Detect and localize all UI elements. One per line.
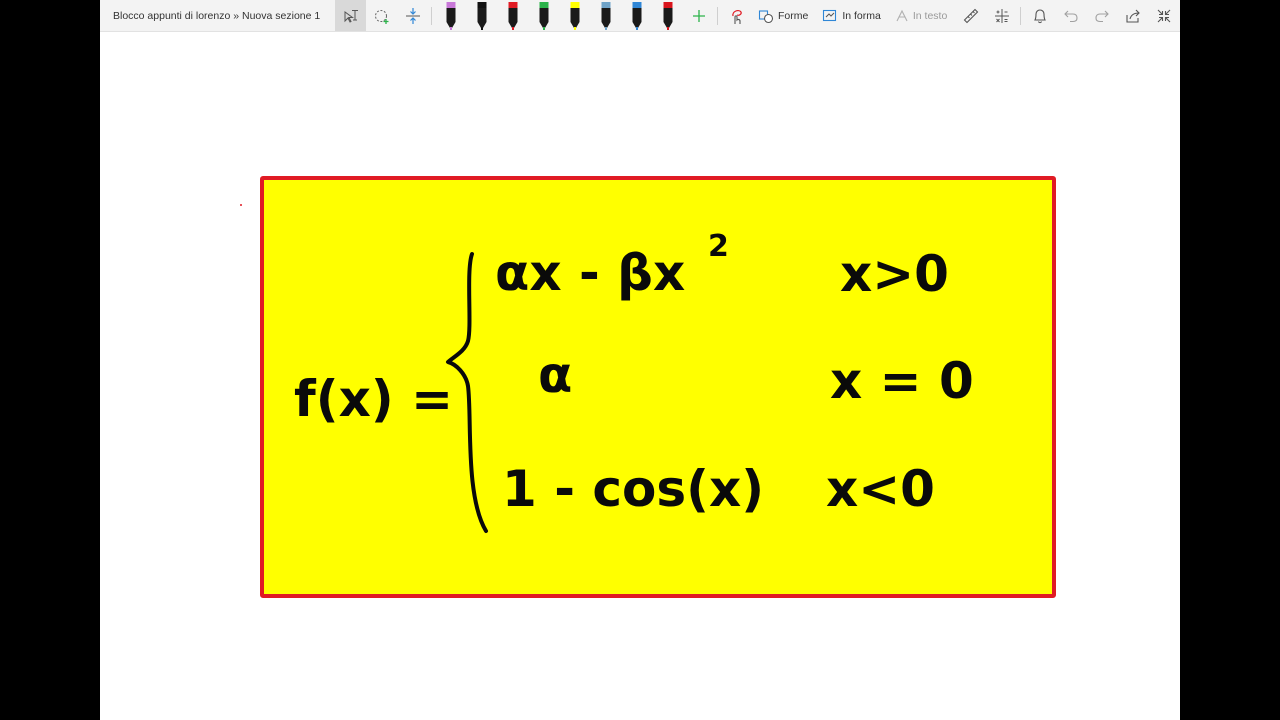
lasso-icon: [374, 9, 388, 24]
touch-drawing-button[interactable]: [721, 0, 752, 31]
collapse-icon: [1157, 9, 1171, 22]
plus-icon: [692, 9, 705, 22]
lasso-select-text-button[interactable]: [335, 0, 366, 31]
pen-red-2-button[interactable]: [652, 0, 683, 31]
pen-gallery: [435, 0, 683, 31]
pen-purple-button[interactable]: [435, 0, 466, 31]
pen-icon: [632, 1, 641, 30]
pen-icon: [446, 1, 455, 30]
pen-icon: [663, 1, 672, 30]
pen-icon: [477, 1, 486, 30]
ink-to-shape-label: In forma: [842, 9, 881, 22]
ink-to-text-icon: [896, 9, 908, 21]
touch-draw-icon: [731, 9, 742, 24]
undo-button[interactable]: [1055, 0, 1086, 31]
ink-to-shape-button[interactable]: In forma: [816, 0, 889, 31]
full-screen-button[interactable]: [1148, 0, 1179, 31]
piecewise-function-note: f(x) = αx - βx 2 x>0 α x = 0 1 - cos(x) …: [260, 176, 1056, 598]
pen-icon: [508, 1, 517, 30]
onenote-window: Blocco appunti di lorenzo » Nuova sezion…: [100, 0, 1180, 720]
page-canvas[interactable]: f(x) = αx - βx 2 x>0 α x = 0 1 - cos(x) …: [100, 32, 1180, 720]
share-button[interactable]: [1117, 0, 1148, 31]
stray-ink-dot: [240, 204, 242, 206]
shapes-label: Forme: [778, 9, 809, 22]
case-1-superscript: 2: [708, 229, 729, 264]
undo-icon: [1064, 10, 1078, 22]
pen-green-button[interactable]: [528, 0, 559, 31]
ink-to-text-button[interactable]: In testo: [889, 0, 955, 31]
pen-galaxy-button[interactable]: [590, 0, 621, 31]
pen-icon: [601, 1, 610, 30]
redo-icon: [1095, 10, 1109, 22]
case-1-condition: x>0: [840, 245, 949, 303]
redo-button[interactable]: [1086, 0, 1117, 31]
ruler-icon: [963, 8, 979, 23]
case-3-expression: 1 - cos(x): [502, 460, 764, 518]
math-icon: [994, 8, 1009, 23]
draw-toolbar: Blocco appunti di lorenzo » Nuova sezion…: [100, 0, 1180, 32]
lasso-select-button[interactable]: [366, 0, 397, 31]
share-icon: [1126, 9, 1140, 23]
case-2-condition: x = 0: [830, 352, 974, 410]
ink-to-shape-icon: [823, 9, 837, 21]
function-lhs: f(x) =: [294, 370, 453, 428]
pen-red-button[interactable]: [497, 0, 528, 31]
breadcrumb[interactable]: Blocco appunti di lorenzo » Nuova sezion…: [113, 10, 335, 22]
math-button[interactable]: [986, 0, 1017, 31]
pen-icon: [539, 1, 548, 30]
add-pen-button[interactable]: [683, 0, 714, 31]
ink-to-text-label: In testo: [912, 9, 948, 22]
shapes-icon: [758, 9, 774, 23]
toolbar-separator: [717, 6, 718, 25]
highlighter-yellow-button[interactable]: [559, 0, 590, 31]
shapes-button[interactable]: Forme: [752, 0, 816, 31]
ruler-button[interactable]: [955, 0, 986, 31]
pen-blue-button[interactable]: [621, 0, 652, 31]
bell-icon: [1033, 8, 1046, 23]
pen-icon: [570, 1, 579, 30]
case-2-expression: α: [538, 346, 572, 404]
pen-black-button[interactable]: [466, 0, 497, 31]
toolbar-separator: [1020, 6, 1022, 25]
add-space-button[interactable]: [397, 0, 428, 31]
select-text-icon: [344, 9, 358, 23]
case-1-expression: αx - βx: [495, 244, 685, 302]
insert-space-icon: [405, 7, 420, 24]
case-3-condition: x<0: [826, 460, 935, 518]
toolbar-separator: [431, 6, 432, 25]
notifications-button[interactable]: [1024, 0, 1055, 31]
